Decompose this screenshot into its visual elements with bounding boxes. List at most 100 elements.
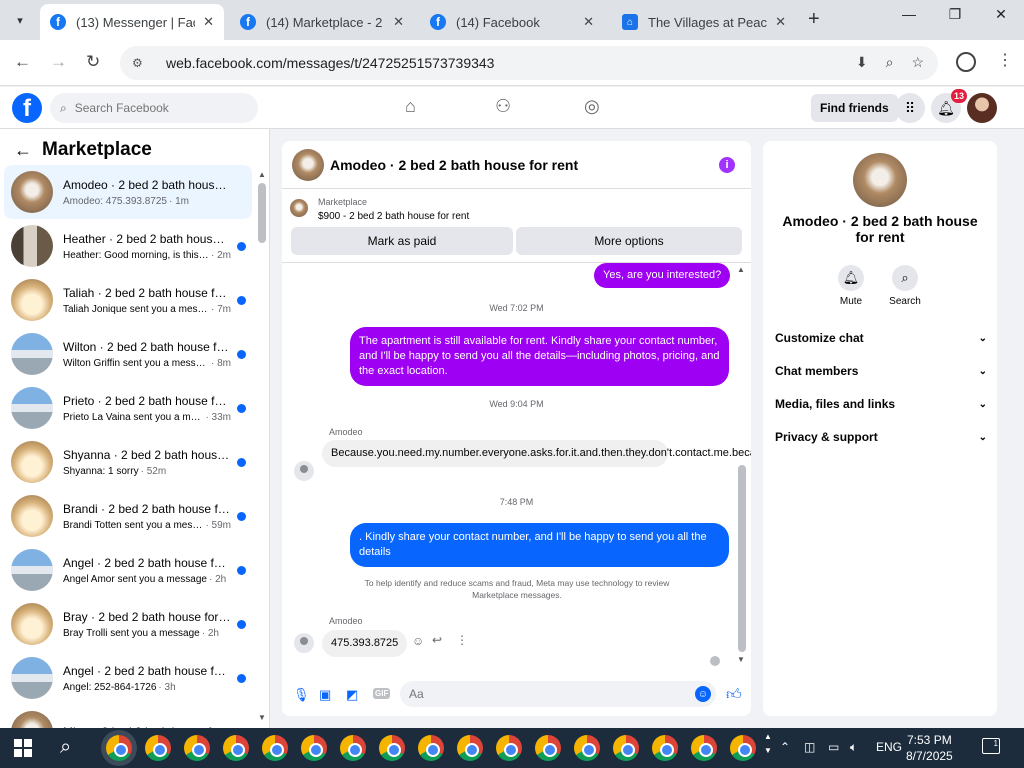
sender-avatar[interactable] xyxy=(294,633,314,653)
browser-tab-villages[interactable]: ⌂ The Villages at Peachers ✕ xyxy=(612,4,796,40)
chat-list-item[interactable]: Misty · 2 bed 2 bath house for rent xyxy=(4,705,252,728)
message-incoming[interactable]: 475.393.8725 xyxy=(322,630,408,657)
home-icon[interactable]: ⌂ xyxy=(405,96,416,117)
chrome-taskbar-icon[interactable] xyxy=(301,735,327,761)
back-icon[interactable]: ← xyxy=(14,52,31,72)
search-action[interactable]: ⌕ Search xyxy=(885,265,925,307)
chrome-taskbar-icon[interactable] xyxy=(379,735,405,761)
chat-list-item[interactable]: Angel · 2 bed 2 bath house for rent Angel… xyxy=(4,651,252,705)
system-clock[interactable]: 7:53 PM 8/7/2025 xyxy=(906,732,953,764)
mark-as-paid-button[interactable]: Mark as paid xyxy=(291,227,513,255)
chat-list-item[interactable]: Brandi · 2 bed 2 bath house for rent Bran… xyxy=(4,489,252,543)
chat-members-section[interactable]: Chat members ⌄ xyxy=(775,360,987,382)
chrome-taskbar-icon[interactable] xyxy=(496,735,522,761)
notification-center-icon[interactable]: 1 xyxy=(982,738,1000,754)
thread-scrollbar[interactable] xyxy=(738,465,746,652)
chrome-taskbar-icon[interactable] xyxy=(613,735,639,761)
chrome-taskbar-icon[interactable] xyxy=(340,735,366,761)
facebook-search[interactable]: ⌕ xyxy=(50,93,258,123)
chat-list-item[interactable]: Bray · 2 bed 2 bath house for rent Bray T… xyxy=(4,597,252,651)
message-input[interactable] xyxy=(409,687,679,701)
chrome-taskbar-icon[interactable] xyxy=(457,735,483,761)
taskbar-scroll-icon[interactable]: ▲ ▼ xyxy=(764,730,772,758)
volume-icon[interactable]: 🔈︎ xyxy=(850,740,857,755)
details-avatar[interactable] xyxy=(853,153,907,207)
groups-icon[interactable]: ◎ xyxy=(584,96,600,117)
sender-avatar[interactable] xyxy=(294,461,314,481)
microphone-icon[interactable]: 🎙︎ xyxy=(293,687,310,703)
scroll-down-icon[interactable]: ▼ xyxy=(737,655,745,664)
browser-menu-icon[interactable]: ⋮ xyxy=(997,50,1013,70)
account-avatar[interactable] xyxy=(967,93,997,123)
photo-icon[interactable]: ▣ xyxy=(319,687,331,703)
scroll-down-icon[interactable]: ▼ xyxy=(258,713,266,722)
new-tab-icon[interactable]: + xyxy=(808,8,820,31)
conversation-title[interactable]: Amodeo · 2 bed 2 bath house for rent xyxy=(330,157,578,173)
language-indicator[interactable]: ENG xyxy=(876,740,902,754)
tab-search-chevron-icon[interactable]: ▾ xyxy=(6,7,34,33)
url-text[interactable]: web.facebook.com/messages/t/247252515737… xyxy=(166,55,494,71)
react-emoji-icon[interactable]: ☺ xyxy=(412,634,424,648)
chat-list-item[interactable]: Taliah · 2 bed 2 bath house for rent Tali… xyxy=(4,273,252,327)
menu-grid-icon[interactable]: ⠿ xyxy=(895,93,925,123)
taskbar-search-icon[interactable]: ⌕ xyxy=(60,736,71,759)
bell-icon[interactable]: 🔔︎ xyxy=(838,265,864,291)
back-arrow-icon[interactable]: ← xyxy=(14,140,32,161)
facebook-logo-icon[interactable]: f xyxy=(12,93,42,123)
message-input-box[interactable]: ☺ xyxy=(400,681,716,707)
thumbs-up-icon[interactable]: 👍︎ xyxy=(726,686,742,704)
browser-profile-icon[interactable] xyxy=(956,52,976,72)
emoji-icon[interactable]: ☺ xyxy=(695,686,711,702)
maximize-icon[interactable]: ❐ xyxy=(940,6,970,23)
mute-action[interactable]: 🔔︎ Mute xyxy=(831,265,871,307)
chat-list-item[interactable]: Wilton · 2 bed 2 bath house for rent Wilt… xyxy=(4,327,252,381)
chrome-taskbar-icon[interactable] xyxy=(418,735,444,761)
close-tab-icon[interactable]: ✕ xyxy=(775,14,786,30)
message-outgoing[interactable]: Yes, are you interested? xyxy=(594,263,731,288)
camera-icon[interactable]: ◫ xyxy=(804,740,815,754)
chat-list-item[interactable]: Amodeo · 2 bed 2 bath house for rent Amod… xyxy=(4,165,252,219)
listing-description[interactable]: $900 - 2 bed 2 bath house for rent xyxy=(318,211,469,222)
gif-icon[interactable]: GIF xyxy=(373,688,391,699)
close-tab-icon[interactable]: ✕ xyxy=(393,14,404,30)
chat-list-item[interactable]: Prieto · 2 bed 2 bath house for rent Prie… xyxy=(4,381,252,435)
media-files-links-section[interactable]: Media, files and links ⌄ xyxy=(775,393,987,415)
listing-thumbnail[interactable] xyxy=(290,199,308,217)
message-outgoing[interactable]: . Kindly share your contact number, and … xyxy=(350,523,729,567)
scroll-up-icon[interactable]: ▲ xyxy=(258,170,266,179)
chat-list-scrollbar[interactable] xyxy=(258,183,266,243)
friends-icon[interactable]: ⚇ xyxy=(495,96,511,117)
reply-icon[interactable]: ↩ xyxy=(432,633,442,647)
zoom-icon[interactable]: ⌕ xyxy=(886,54,894,71)
windows-start-icon[interactable] xyxy=(14,739,32,757)
customize-chat-section[interactable]: Customize chat ⌄ xyxy=(775,327,987,349)
sticker-icon[interactable]: ◩ xyxy=(346,687,358,703)
privacy-support-section[interactable]: Privacy & support ⌄ xyxy=(775,426,987,448)
more-options-button[interactable]: More options xyxy=(516,227,742,255)
chrome-taskbar-icon[interactable] xyxy=(262,735,288,761)
chrome-taskbar-icon[interactable] xyxy=(691,735,717,761)
chrome-taskbar-icon[interactable] xyxy=(574,735,600,761)
chat-list-item[interactable]: Heather · 2 bed 2 bath house for rent Hea… xyxy=(4,219,252,273)
find-friends-button[interactable]: Find friends xyxy=(811,94,898,122)
search-icon[interactable]: ⌕ xyxy=(892,265,918,291)
message-outgoing[interactable]: The apartment is still available for ren… xyxy=(350,327,729,386)
bookmark-star-icon[interactable]: ☆ xyxy=(911,54,924,71)
browser-tab-marketplace[interactable]: f (14) Marketplace - 2 bed ✕ xyxy=(230,4,414,40)
chrome-taskbar-icon[interactable] xyxy=(652,735,678,761)
chrome-taskbar-icon[interactable] xyxy=(730,735,756,761)
browser-tab-facebook[interactable]: f (14) Facebook ✕ xyxy=(420,4,604,40)
chrome-taskbar-icon[interactable] xyxy=(535,735,561,761)
chrome-taskbar-icon[interactable] xyxy=(145,735,171,761)
chat-list-item[interactable]: Shyanna · 2 bed 2 bath house for rent Shy… xyxy=(4,435,252,489)
network-icon[interactable]: ▭ xyxy=(828,740,839,754)
install-app-icon[interactable]: ⬇ xyxy=(856,54,868,71)
reload-icon[interactable]: ↻ xyxy=(86,52,100,72)
close-tab-icon[interactable]: ✕ xyxy=(583,14,594,30)
show-hidden-icons-icon[interactable]: ⌃ xyxy=(780,740,790,754)
browser-tab-messenger[interactable]: f (13) Messenger | Facebook ✕ xyxy=(40,4,224,40)
forward-icon[interactable]: → xyxy=(50,52,67,72)
close-window-icon[interactable]: ✕ xyxy=(986,6,1016,23)
chrome-taskbar-icon[interactable] xyxy=(184,735,210,761)
site-info-icon[interactable]: ⚙ xyxy=(132,56,150,70)
